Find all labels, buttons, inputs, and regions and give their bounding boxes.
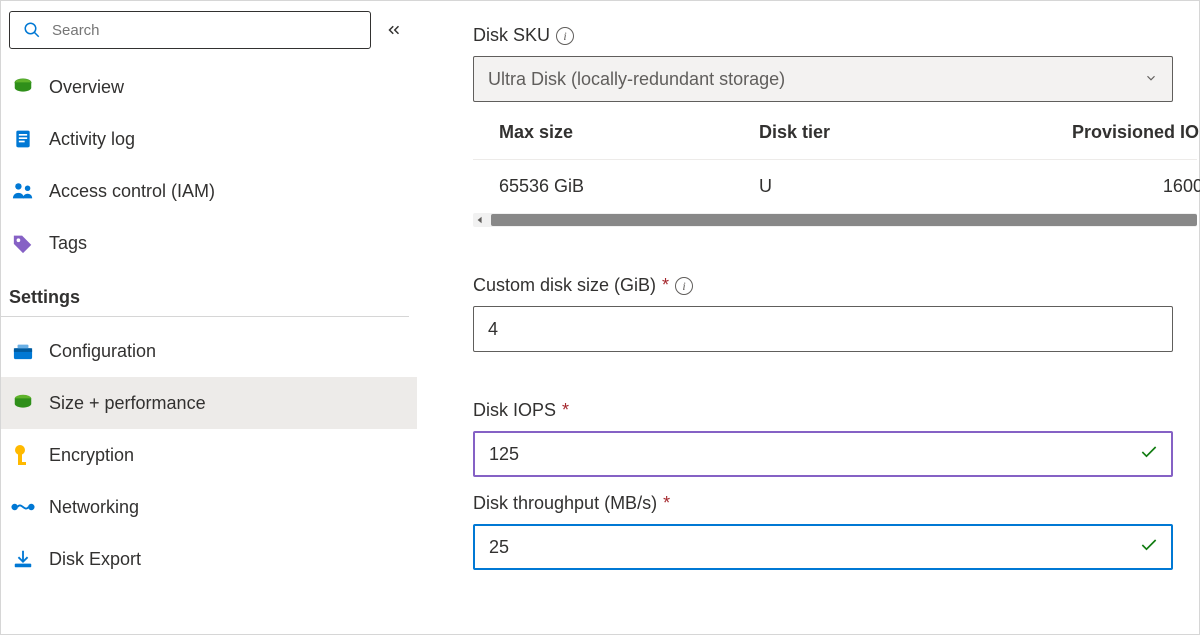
settings-section-header: Settings <box>1 269 409 317</box>
scroll-left-icon[interactable] <box>473 213 487 227</box>
disk-iops-input[interactable] <box>473 431 1173 477</box>
checkmark-icon <box>1139 442 1159 466</box>
encryption-icon <box>11 443 35 467</box>
custom-disk-size-input[interactable] <box>473 306 1173 352</box>
sidebar-item-overview[interactable]: Overview <box>1 61 417 113</box>
col-provisioned-iops: Provisioned IOPS <box>1019 122 1200 143</box>
access-control-icon <box>11 179 35 203</box>
main-content: Disk SKU i Ultra Disk (locally-redundant… <box>417 1 1199 634</box>
scrollbar-thumb[interactable] <box>491 214 1197 226</box>
sidebar-item-tags[interactable]: Tags <box>1 217 417 269</box>
activity-log-icon <box>11 127 35 151</box>
sidebar-item-networking[interactable]: Networking <box>1 481 417 533</box>
sidebar-item-configuration[interactable]: Configuration <box>1 325 417 377</box>
sidebar-item-label: Size + performance <box>49 393 206 414</box>
cell-iops: 160000 <box>1019 176 1200 197</box>
custom-disk-size-label: Custom disk size (GiB) * i <box>473 275 1199 296</box>
search-box[interactable] <box>9 11 371 49</box>
table-row[interactable]: 65536 GiB U 160000 <box>473 159 1197 213</box>
sidebar-item-label: Overview <box>49 77 124 98</box>
col-max-size: Max size <box>499 122 759 143</box>
sidebar-item-label: Configuration <box>49 341 156 362</box>
col-disk-tier: Disk tier <box>759 122 1019 143</box>
sidebar-item-encryption[interactable]: Encryption <box>1 429 417 481</box>
disk-iops-label: Disk IOPS * <box>473 400 1199 421</box>
sidebar-item-label: Networking <box>49 497 139 518</box>
collapse-sidebar-button[interactable] <box>379 15 409 45</box>
checkmark-icon <box>1139 535 1159 559</box>
sidebar-item-label: Tags <box>49 233 87 254</box>
info-icon[interactable]: i <box>675 277 693 295</box>
horizontal-scrollbar[interactable] <box>473 213 1197 227</box>
configuration-icon <box>11 339 35 363</box>
disk-sku-label: Disk SKU i <box>473 25 1199 46</box>
disk-throughput-input[interactable] <box>473 524 1173 570</box>
table-header: Max size Disk tier Provisioned IOPS <box>473 106 1197 159</box>
sidebar-item-activity-log[interactable]: Activity log <box>1 113 417 165</box>
sidebar-item-access-control[interactable]: Access control (IAM) <box>1 165 417 217</box>
chevron-down-icon <box>1144 69 1158 90</box>
disk-icon <box>11 391 35 415</box>
sidebar-item-label: Access control (IAM) <box>49 181 215 202</box>
sidebar-item-size-performance[interactable]: Size + performance <box>1 377 417 429</box>
disk-sku-select[interactable]: Ultra Disk (locally-redundant storage) <box>473 56 1173 102</box>
disk-export-icon <box>11 547 35 571</box>
cell-max-size: 65536 GiB <box>499 176 759 197</box>
cell-tier: U <box>759 176 1019 197</box>
disk-icon <box>11 75 35 99</box>
search-input[interactable] <box>52 22 360 39</box>
tags-icon <box>11 231 35 255</box>
sku-table: Max size Disk tier Provisioned IOPS 6553… <box>473 106 1197 227</box>
sidebar-item-label: Activity log <box>49 129 135 150</box>
search-icon <box>20 18 44 42</box>
sidebar-item-label: Encryption <box>49 445 134 466</box>
disk-sku-value: Ultra Disk (locally-redundant storage) <box>488 69 785 90</box>
sidebar-item-disk-export[interactable]: Disk Export <box>1 533 417 585</box>
info-icon[interactable]: i <box>556 27 574 45</box>
networking-icon <box>11 495 35 519</box>
sidebar: Overview Activity log Access control (IA… <box>1 1 417 634</box>
disk-throughput-label: Disk throughput (MB/s) * <box>473 493 1199 514</box>
sidebar-item-label: Disk Export <box>49 549 141 570</box>
